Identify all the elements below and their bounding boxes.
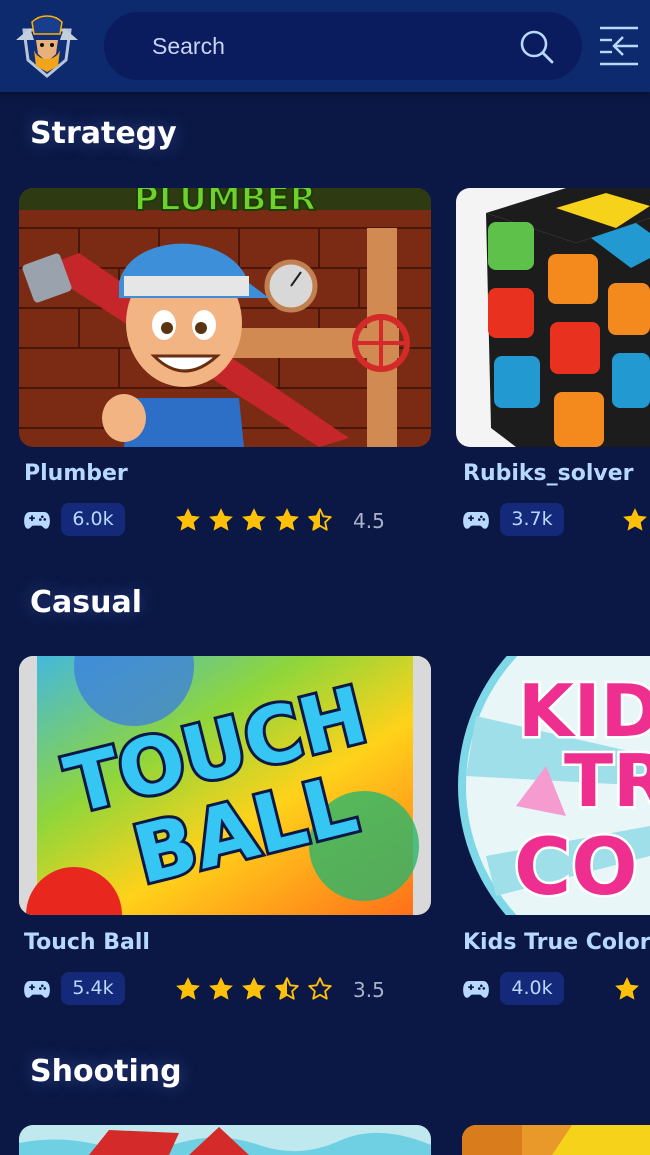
game-card-image[interactable] — [462, 1125, 650, 1155]
star-full-icon — [273, 506, 301, 534]
star-rating — [621, 506, 649, 534]
star-full-icon — [174, 506, 202, 534]
plays-badge: 4.0k — [500, 972, 564, 1005]
art-text-tr: TR — [564, 739, 650, 823]
star-rating — [174, 975, 334, 1003]
game-title[interactable]: Plumber — [24, 461, 128, 486]
section-title-shooting: Shooting — [30, 1054, 182, 1089]
top-header — [0, 0, 650, 92]
plays-badge: 3.7k — [500, 503, 564, 536]
section-title-casual: Casual — [30, 585, 143, 620]
star-full-icon — [240, 975, 268, 1003]
gamepad-icon — [24, 979, 50, 999]
gamepad-icon — [24, 510, 50, 530]
star-rating — [613, 975, 641, 1003]
search-bar[interactable] — [104, 12, 582, 80]
gamepad-icon — [463, 510, 489, 530]
menu-collapse-icon[interactable] — [598, 24, 640, 68]
art-text-co: CO — [514, 823, 638, 913]
svg-text:PLUMBER: PLUMBER — [134, 188, 316, 219]
game-card-image-plumber[interactable]: PLUMBER — [19, 188, 431, 447]
logo-icon[interactable] — [10, 10, 84, 82]
game-title[interactable]: Rubiks_solver — [463, 461, 633, 486]
section-title-strategy: Strategy — [30, 116, 177, 151]
search-icon[interactable] — [518, 28, 556, 66]
star-full-icon — [240, 506, 268, 534]
game-title[interactable]: Kids True Color — [463, 930, 650, 955]
search-input[interactable] — [152, 12, 512, 80]
star-full-icon — [207, 506, 235, 534]
star-full-icon — [207, 975, 235, 1003]
game-card-image-touch-ball[interactable]: TOUCH BALL — [19, 656, 431, 915]
rating-value: 3.5 — [353, 978, 385, 1002]
game-card-image[interactable] — [19, 1125, 431, 1155]
star-empty-icon — [306, 975, 334, 1003]
gamepad-icon — [463, 979, 489, 999]
rating-value: 4.5 — [353, 509, 385, 533]
plays-badge: 5.4k — [61, 972, 125, 1005]
game-card-image-rubiks-solver[interactable] — [456, 188, 650, 447]
star-rating — [174, 506, 334, 534]
star-full-icon — [621, 506, 649, 534]
star-full-icon — [613, 975, 641, 1003]
game-title[interactable]: Touch Ball — [24, 930, 150, 955]
star-full-icon — [174, 975, 202, 1003]
plays-badge: 6.0k — [61, 503, 125, 536]
game-card-image-kids-true-color[interactable]: KID TR CO — [456, 656, 650, 915]
star-half-icon — [306, 506, 334, 534]
star-half-icon — [273, 975, 301, 1003]
